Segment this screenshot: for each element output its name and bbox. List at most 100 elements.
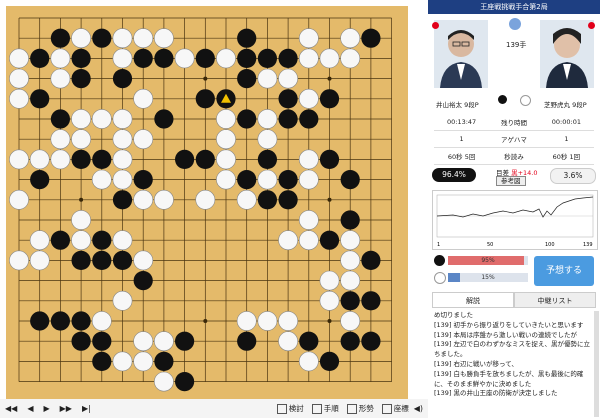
white-stone xyxy=(153,331,174,352)
white-stone xyxy=(91,169,112,190)
white-stone xyxy=(257,169,278,190)
black-stone xyxy=(133,271,153,291)
black-stone xyxy=(50,311,70,331)
white-stone xyxy=(133,331,154,352)
review-toggle[interactable]: 検討 xyxy=(276,403,304,414)
forward-button[interactable]: ▶▶ xyxy=(60,404,72,413)
black-stone xyxy=(299,331,319,351)
white-stone xyxy=(216,149,236,170)
black-stone xyxy=(278,89,298,109)
white-stone xyxy=(257,311,278,331)
white-stone xyxy=(9,48,29,69)
black-stone xyxy=(50,230,70,250)
black-stone xyxy=(319,230,340,250)
star-point xyxy=(79,197,84,202)
predict-button[interactable]: 予想する xyxy=(534,256,594,286)
time-table: 00:13:47 残り時間 00:00:01 1 アゲハマ 1 60秒 5回 秒読み 60秒… xyxy=(434,114,594,165)
white-stone xyxy=(298,169,319,190)
next-move-button[interactable]: ▶ xyxy=(43,404,49,413)
comment-line: [139] 左辺で白のわずかなミスを捉え、黒が優勢に立ちました。 xyxy=(434,340,591,359)
winrate-graph-svg: 1 50 100 139 xyxy=(436,194,594,248)
white-stone xyxy=(71,109,92,129)
white-stone xyxy=(298,88,319,109)
black-stone xyxy=(133,48,153,68)
order-toggle[interactable]: 手順 xyxy=(311,403,339,414)
black-stone xyxy=(340,170,360,190)
review-icon xyxy=(276,403,287,414)
white-stone xyxy=(216,109,236,129)
player-silhouette-icon xyxy=(440,30,482,88)
white-time: 00:00:01 xyxy=(538,114,594,131)
black-stone xyxy=(92,331,112,351)
tab-commentary[interactable]: 解説 xyxy=(432,292,514,308)
white-stone xyxy=(112,149,133,170)
black-stone xyxy=(92,149,112,169)
black-stone-icon xyxy=(498,95,507,104)
black-winrate: 96.4% xyxy=(432,168,476,182)
black-player-name: 井山裕太 9段P xyxy=(436,101,479,109)
black-stone xyxy=(237,331,257,351)
share-icon[interactable] xyxy=(509,18,521,30)
black-stone xyxy=(237,170,257,190)
white-stone xyxy=(340,270,361,291)
black-stone xyxy=(133,170,153,190)
tab-bar: 解説 中継リスト xyxy=(432,292,596,308)
comment-scrollbar[interactable] xyxy=(594,311,599,417)
black-stone xyxy=(112,250,133,270)
white-stone xyxy=(112,230,133,251)
black-byoyomi: 60秒 5回 xyxy=(434,147,490,165)
black-stone xyxy=(92,28,112,48)
white-stone xyxy=(278,331,299,352)
board-svg[interactable] xyxy=(6,6,408,399)
white-stone xyxy=(9,149,29,170)
white-stone xyxy=(112,28,133,49)
first-move-button[interactable]: ◀◀ xyxy=(5,404,17,413)
prev-move-button[interactable]: ◀ xyxy=(27,404,33,413)
reference-button[interactable]: 参考図 xyxy=(496,176,526,186)
white-stone xyxy=(340,48,361,69)
tab-relay-list[interactable]: 中継リスト xyxy=(514,292,596,308)
white-stone xyxy=(133,28,154,49)
star-point xyxy=(203,76,208,81)
black-stone xyxy=(278,48,298,68)
white-stone xyxy=(216,169,236,190)
star-point xyxy=(203,319,208,323)
white-stone xyxy=(298,210,319,230)
white-stone xyxy=(319,270,340,291)
white-stone xyxy=(29,149,50,170)
black-stone xyxy=(237,48,257,68)
white-stone xyxy=(112,129,133,150)
white-player-name: 芝野虎丸 9段P xyxy=(544,101,587,109)
black-captures: 1 xyxy=(434,130,490,148)
white-stone xyxy=(216,129,236,150)
coords-toggle[interactable]: 座標 xyxy=(381,403,409,414)
white-stone xyxy=(91,109,112,129)
white-stone xyxy=(9,189,29,210)
influence-toggle[interactable]: 形勢 xyxy=(346,403,374,414)
white-stone xyxy=(174,48,195,69)
speaker-icon[interactable]: ◀) xyxy=(414,404,423,413)
white-player-photo xyxy=(540,20,594,88)
star-point xyxy=(327,76,332,81)
white-stone xyxy=(298,149,319,170)
white-stone xyxy=(112,109,133,129)
black-stone xyxy=(50,109,70,129)
black-time: 00:13:47 xyxy=(434,114,490,131)
last-move-button[interactable]: ▶| xyxy=(82,404,91,413)
white-stone xyxy=(278,230,299,251)
coords-label: 座標 xyxy=(393,404,409,413)
go-board[interactable] xyxy=(6,6,408,399)
white-stone xyxy=(29,230,50,251)
white-stone xyxy=(9,88,29,109)
white-stone xyxy=(153,189,174,210)
white-stone xyxy=(133,351,154,372)
game-title: 王座戦挑戦手合第2局 xyxy=(428,0,600,14)
order-icon xyxy=(311,403,322,414)
white-stone-icon xyxy=(520,95,531,106)
graph-tick-2: 100 xyxy=(545,242,555,248)
white-stone xyxy=(278,311,299,331)
white-stone xyxy=(91,311,112,331)
time-header: 残り時間 xyxy=(489,114,539,131)
white-byoyomi: 60秒 1回 xyxy=(538,147,594,165)
black-stone xyxy=(71,331,91,351)
